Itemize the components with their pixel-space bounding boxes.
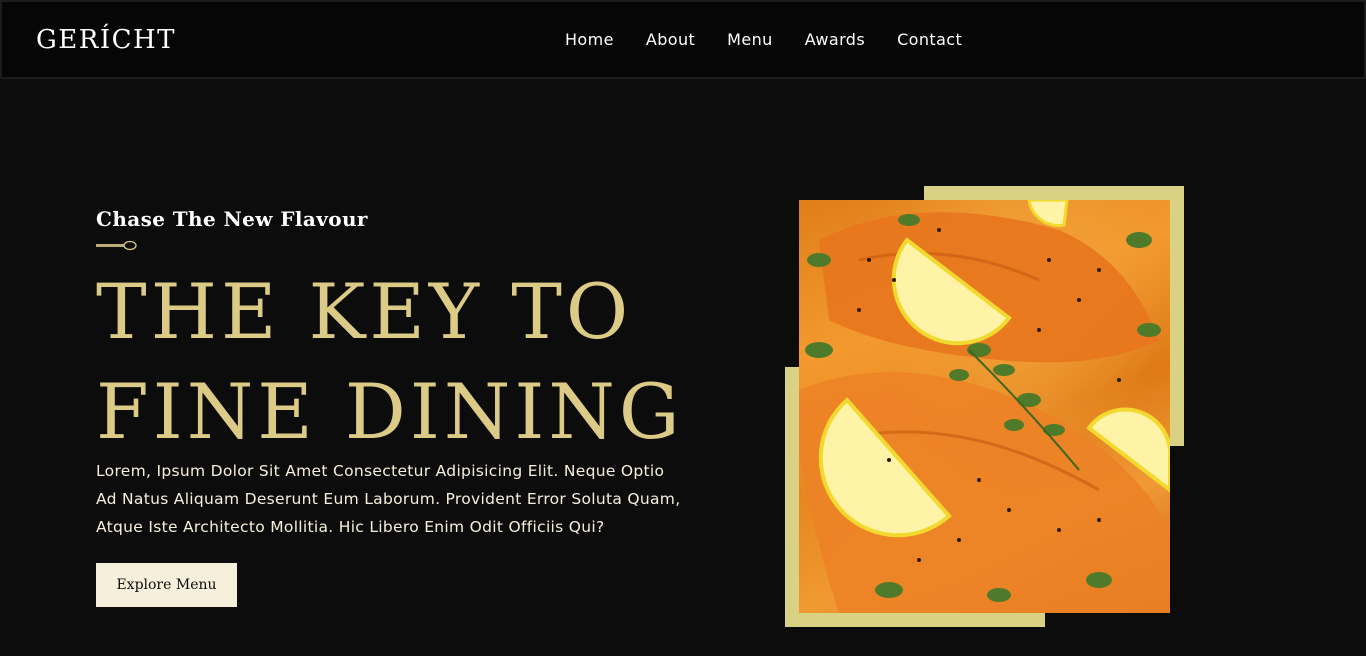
navbar: GERÍCHT Home About Menu Awards Contact bbox=[0, 0, 1366, 79]
headline-line-2: FINE DINING bbox=[96, 367, 684, 456]
hero-subtitle: Chase The New Flavour bbox=[96, 207, 368, 231]
nav-link-awards[interactable]: Awards bbox=[805, 30, 865, 49]
nav-links: Home About Menu Awards Contact bbox=[565, 30, 962, 49]
hero-description: Lorem, Ipsum Dolor Sit Amet Consectetur … bbox=[96, 462, 681, 536]
nav-link-about[interactable]: About bbox=[646, 30, 695, 49]
nav-link-contact[interactable]: Contact bbox=[897, 30, 962, 49]
salmon-dish-illustration bbox=[799, 200, 1170, 613]
nav-link-home[interactable]: Home bbox=[565, 30, 614, 49]
salmon-dish-photo bbox=[799, 200, 1170, 613]
logo[interactable]: GERÍCHT bbox=[36, 25, 176, 55]
spoon-icon bbox=[96, 240, 137, 251]
nav-link-menu[interactable]: Menu bbox=[727, 30, 773, 49]
hero-headline: THE KEY TO FINE DINING bbox=[96, 262, 736, 462]
headline-line-1: THE KEY TO bbox=[96, 267, 633, 356]
explore-menu-button[interactable]: Explore Menu bbox=[96, 563, 237, 607]
